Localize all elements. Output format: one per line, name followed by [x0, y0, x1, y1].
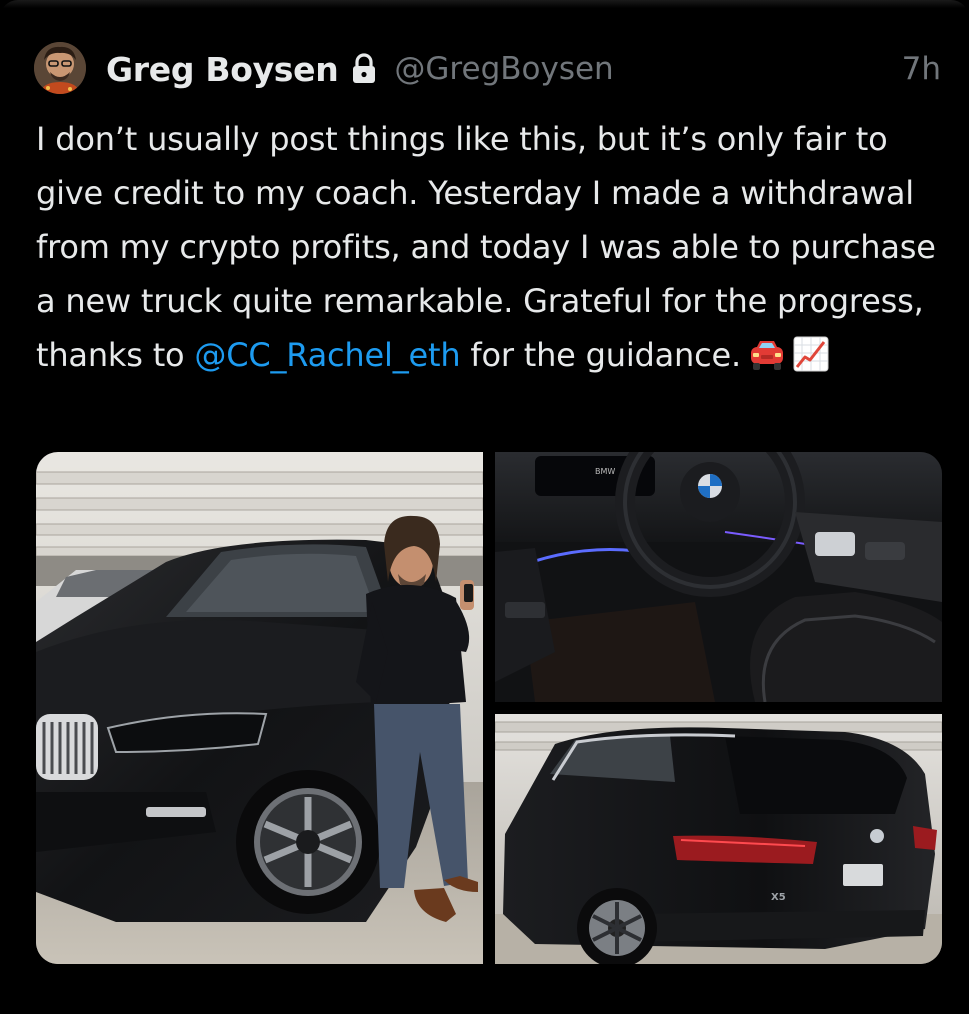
chart-increasing-emoji	[793, 334, 829, 388]
car-emoji	[747, 334, 787, 388]
photo-car-interior[interactable]: BMW	[495, 452, 942, 702]
display-name[interactable]: Greg Boysen	[106, 50, 339, 89]
media-grid: BMW X5	[36, 452, 942, 964]
tweet-text-part: for the guidance.	[460, 336, 741, 374]
rear-badge-text: X5	[771, 892, 786, 903]
avatar[interactable]	[34, 42, 86, 94]
steering-brand-text: BMW	[595, 467, 615, 476]
mention-link[interactable]: @CC_Rachel_eth	[194, 336, 460, 374]
avatar-image	[34, 42, 86, 94]
timestamp[interactable]: 7h	[902, 51, 941, 87]
tweet-header: Greg Boysen @GregBoysen 7h	[106, 44, 941, 94]
user-handle[interactable]: @GregBoysen	[394, 51, 613, 87]
divider	[0, 0, 969, 8]
photo-suv-rear[interactable]: X5	[495, 714, 942, 964]
photo-man-with-suv[interactable]	[36, 452, 483, 964]
lock-icon	[348, 52, 380, 86]
tweet-text: I don’t usually post things like this, b…	[36, 112, 946, 388]
tweet-card[interactable]: Greg Boysen @GregBoysen 7h I don’t usual…	[0, 0, 969, 1014]
